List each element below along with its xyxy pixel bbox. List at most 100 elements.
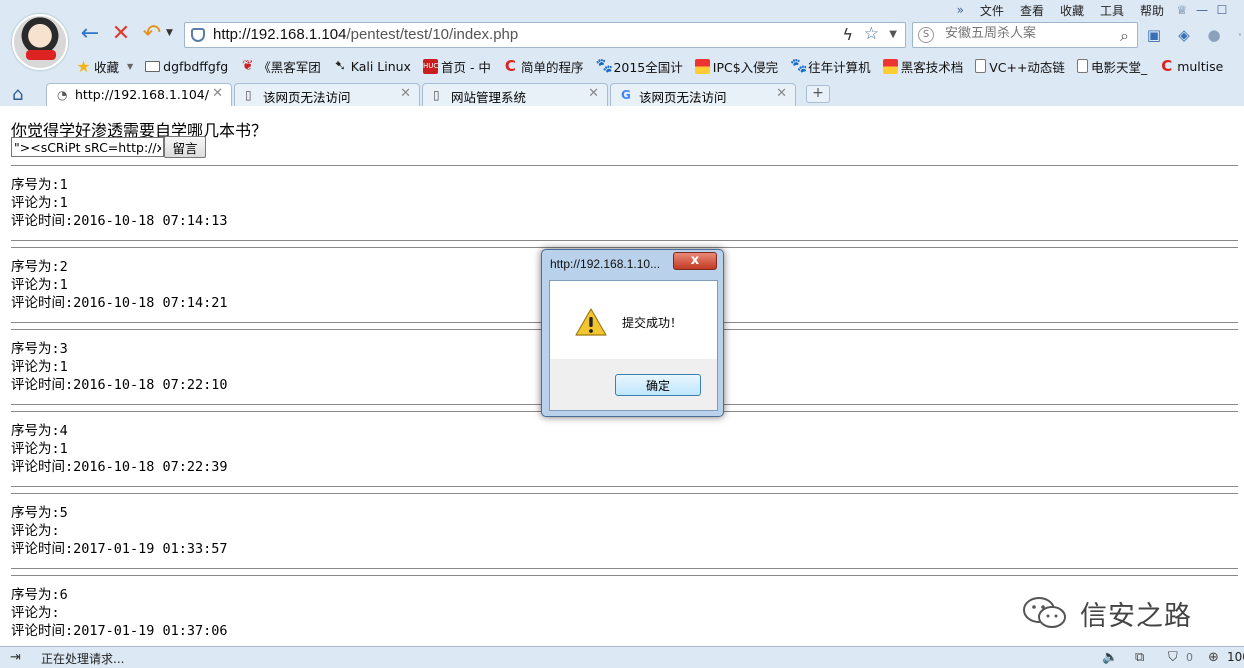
bookmark-item[interactable]: 黑客技术档 — [882, 57, 963, 76]
zoom-icon[interactable]: ⊕ — [1208, 650, 1219, 665]
flag-icon — [882, 58, 898, 74]
bookmark-item[interactable]: VC++动态链 — [975, 57, 1065, 76]
divider — [11, 575, 1238, 576]
comment-entry: 序号为:5 评论为: 评论时间:2017-01-19 01:33:57 — [11, 492, 1238, 574]
more-options-icon[interactable]: ● — [1204, 25, 1224, 45]
favorite-star-icon[interactable]: ☆ — [864, 24, 879, 44]
paw-icon: 🐾 — [790, 57, 808, 74]
comment-body: 评论为:1 — [11, 441, 68, 457]
search-icon[interactable]: ⌕ — [1120, 26, 1129, 46]
dialog-title: http://192.168.1.10... — [550, 257, 661, 271]
tab-page-unreachable[interactable]: ▯ 该网页无法访问 ✕ — [234, 83, 420, 106]
more-icon[interactable]: » — [949, 3, 972, 17]
blocked-count: 0 — [1186, 651, 1193, 664]
comment-input[interactable] — [11, 137, 164, 157]
lightning-icon[interactable]: ϟ — [842, 25, 853, 44]
warning-icon — [575, 308, 607, 336]
menu-bar: » 文件 查看 收藏 工具 帮助 ♕ — ☐ — [949, 0, 1232, 20]
bookmark-item[interactable]: ➷ Kali Linux — [333, 58, 411, 74]
status-bar: ⇥ 正在处理请求... 🔈 ⧉ ⛉ 0 ⊕ 100 — [0, 646, 1244, 668]
reader-icon[interactable]: ▣ — [1144, 25, 1164, 45]
search-bar[interactable]: S ⌕ — [912, 22, 1138, 48]
divider — [11, 240, 1238, 241]
bookmark-item[interactable]: 🐾 2015全国计 — [595, 57, 682, 76]
bookmark-item[interactable]: C 简单的程序 — [503, 57, 584, 76]
page-icon: ▯ — [433, 88, 440, 102]
sidebar-toggle-icon[interactable]: ⇥ — [10, 650, 21, 665]
bookmark-item[interactable]: Cmultise — [1159, 56, 1223, 75]
comment-id: 序号为:5 — [11, 505, 68, 521]
alert-dialog: http://192.168.1.10... x 提交成功！ 确定 — [541, 249, 724, 417]
undo-close-button[interactable]: ↶ — [140, 22, 164, 46]
url-text[interactable]: http://192.168.1.104/pentest/test/10/ind… — [213, 26, 518, 43]
dialog-close-button[interactable]: x — [673, 252, 717, 270]
wechat-icon — [1023, 597, 1066, 628]
extension-icon[interactable]: ◈ — [1174, 25, 1194, 45]
page-icon — [1076, 59, 1088, 73]
folder-icon — [145, 60, 161, 72]
new-tab-button[interactable]: + — [806, 85, 830, 103]
watermark: 信安之路 — [1020, 596, 1192, 632]
c-icon: C — [504, 56, 516, 75]
menu-file[interactable]: 文件 — [972, 2, 1012, 19]
close-icon[interactable]: ✕ — [212, 86, 223, 101]
back-button[interactable]: ← — [78, 22, 102, 46]
dialog-message: 提交成功！ — [622, 316, 683, 330]
star-icon: ★ — [76, 56, 91, 76]
zoom-level[interactable]: 100 — [1227, 650, 1244, 664]
menu-view[interactable]: 查看 — [1012, 2, 1052, 19]
divider — [11, 486, 1238, 487]
shield-icon[interactable]: ⛉ — [1168, 650, 1178, 665]
address-bar[interactable]: http://192.168.1.104/pentest/test/10/ind… — [184, 22, 906, 48]
close-icon[interactable]: ✕ — [588, 86, 599, 101]
stop-button[interactable]: ✕ — [109, 22, 133, 46]
browser-chrome: » 文件 查看 收藏 工具 帮助 ♕ — ☐ ← ✕ ↶ ▼ http://19… — [0, 0, 1244, 106]
menu-help[interactable]: 帮助 — [1132, 2, 1172, 19]
volume-icon[interactable]: 🔈 — [1102, 650, 1118, 665]
paw-icon: 🐾 — [595, 57, 613, 74]
bookmark-item[interactable]: 🐾 往年计算机 — [790, 57, 871, 76]
maximize-icon[interactable]: ☐ — [1212, 3, 1232, 17]
flag-icon — [694, 58, 710, 74]
bookmark-item[interactable]: ❦ 《黑客军团 — [240, 57, 321, 76]
c-icon: C — [1161, 56, 1173, 75]
user-avatar[interactable] — [12, 14, 68, 70]
skin-icon[interactable]: ♕ — [1172, 3, 1192, 17]
chevron-down-icon[interactable]: ▼ — [166, 28, 173, 38]
home-icon[interactable]: ⌂ — [12, 84, 23, 105]
divider — [11, 247, 1238, 248]
watermark-text: 信安之路 — [1080, 600, 1192, 632]
tab-site-admin[interactable]: ▯ 网站管理系统 ✕ — [422, 83, 608, 106]
shield-icon — [191, 28, 205, 42]
google-icon: G — [621, 88, 631, 102]
close-icon[interactable]: ✕ — [776, 86, 787, 101]
comment-time: 评论时间:2017-01-19 01:33:57 — [11, 541, 228, 557]
search-engine-icon[interactable]: S — [918, 27, 934, 43]
bookmark-favorites[interactable]: ★ 收藏 ▼ — [76, 57, 133, 76]
huc-icon: HUC — [422, 58, 438, 74]
bookmark-item[interactable]: IPC$入侵完 — [694, 57, 778, 76]
bookmark-item[interactable]: HUC 首页 - 中 — [422, 57, 491, 76]
search-input[interactable] — [945, 26, 1105, 41]
submit-comment-button[interactable]: 留言 — [164, 136, 206, 158]
more-options-icon[interactable]: · — [1230, 25, 1244, 45]
bookmark-item[interactable]: 电影天堂_ — [1076, 57, 1147, 76]
menu-favorites[interactable]: 收藏 — [1052, 2, 1092, 19]
menu-tools[interactable]: 工具 — [1092, 2, 1132, 19]
comment-id: 序号为:1 — [11, 177, 68, 193]
dialog-body: 提交成功！ 确定 — [549, 280, 718, 411]
tab-page-unreachable-2[interactable]: G 该网页无法访问 ✕ — [610, 83, 796, 106]
page-icon — [975, 59, 987, 73]
close-icon[interactable]: ✕ — [400, 86, 411, 101]
tab-pentest[interactable]: ◔ http://192.168.1.104/pe ✕ — [46, 83, 232, 106]
ok-button[interactable]: 确定 — [615, 374, 701, 396]
comment-body: 评论为: — [11, 523, 60, 539]
bookmarks-bar: ★ 收藏 ▼ dgfbdffgfg ❦ 《黑客军团 ➷ Kali Linux HUC 首页… — [76, 55, 1235, 77]
comment-time: 评论时间:2016-10-18 07:14:13 — [11, 213, 228, 229]
divider — [11, 165, 1238, 166]
chevron-down-icon[interactable]: ▼ — [889, 29, 897, 40]
screenshot-icon[interactable]: ⧉ — [1135, 650, 1144, 665]
minimize-icon[interactable]: — — [1192, 3, 1212, 17]
bookmark-folder[interactable]: dgfbdffgfg — [145, 59, 228, 74]
comment-entry: 序号为:1 评论为:1 评论时间:2016-10-18 07:14:13 — [11, 164, 1238, 246]
